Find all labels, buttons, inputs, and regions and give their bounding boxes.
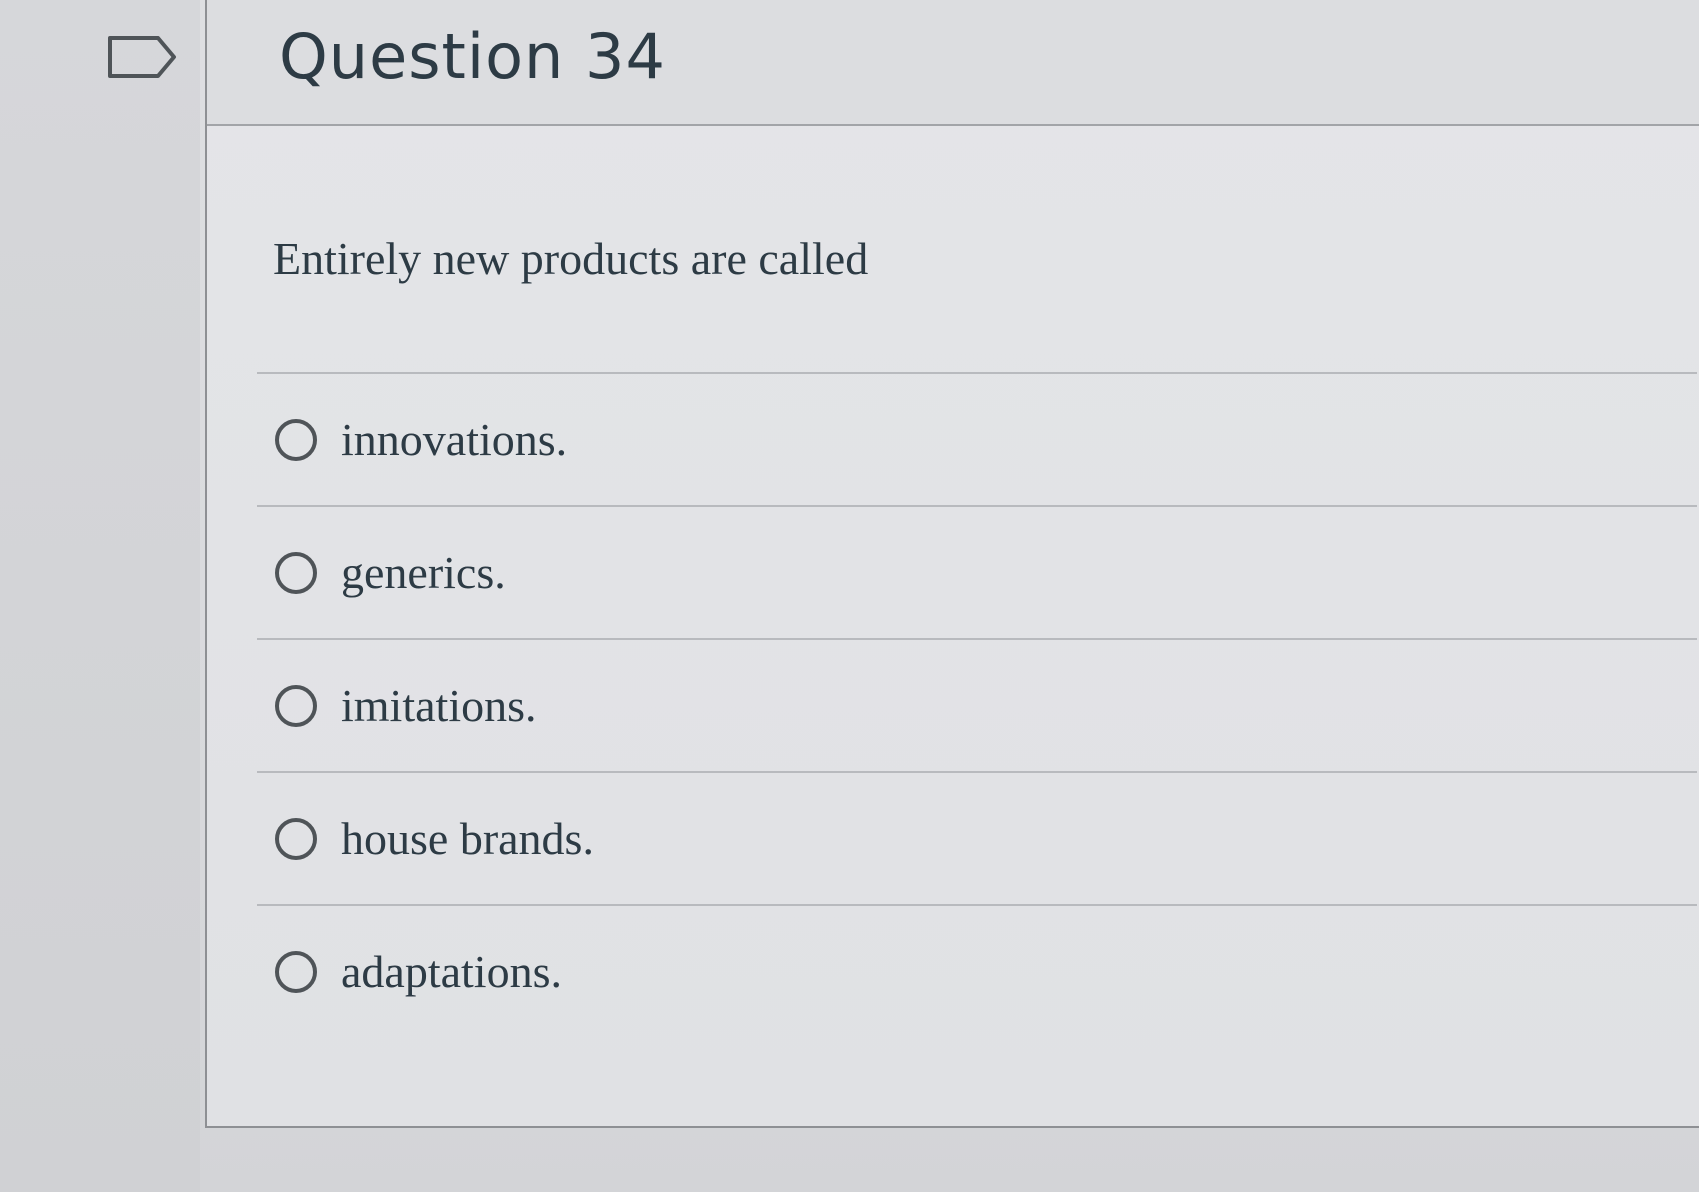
- answer-label: imitations.: [341, 680, 537, 731]
- answer-option-imitations[interactable]: imitations.: [257, 638, 1697, 771]
- radio-button[interactable]: [275, 817, 317, 860]
- radio-button[interactable]: [275, 950, 317, 993]
- radio-button[interactable]: [275, 551, 317, 594]
- radio-button[interactable]: [275, 684, 317, 727]
- radio-button[interactable]: [275, 418, 317, 461]
- question-panel: Question 34 Entirely new products are ca…: [205, 0, 1699, 1128]
- quiz-page: Question 34 Entirely new products are ca…: [0, 0, 1699, 1192]
- answer-option-adaptations[interactable]: adaptations.: [257, 904, 1697, 1037]
- answer-option-innovations[interactable]: innovations.: [257, 372, 1697, 505]
- answer-label: generics.: [341, 547, 506, 598]
- question-text: Entirely new products are called: [273, 233, 869, 284]
- answer-option-generics[interactable]: generics.: [257, 505, 1697, 638]
- question-header: Question 34: [207, 0, 1699, 126]
- flag-question-icon[interactable]: [106, 34, 178, 80]
- answer-list: innovations. generics. imitations. house…: [257, 372, 1697, 1037]
- answer-label: adaptations.: [341, 946, 562, 997]
- answer-label: innovations.: [341, 414, 568, 465]
- left-gutter: [0, 0, 200, 1192]
- answer-label: house brands.: [341, 813, 594, 864]
- answer-option-house-brands[interactable]: house brands.: [257, 771, 1697, 904]
- question-title: Question 34: [279, 20, 666, 93]
